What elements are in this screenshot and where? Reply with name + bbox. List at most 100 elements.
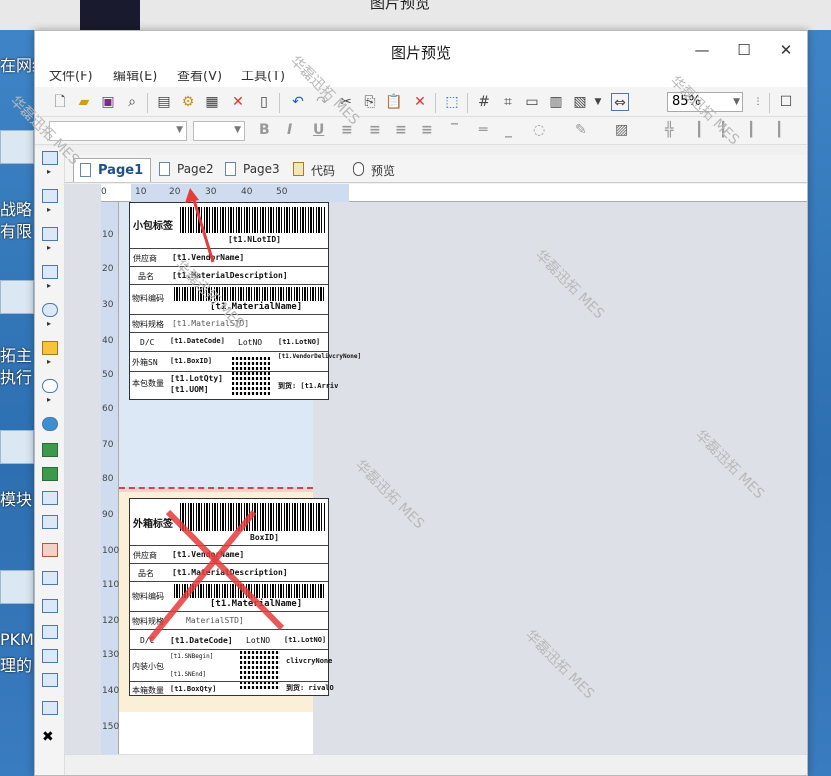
- valign-top-icon[interactable]: ‾: [451, 122, 458, 138]
- chevron-right-icon[interactable]: ▸: [47, 281, 51, 290]
- cut-icon[interactable]: ✂: [337, 93, 355, 111]
- desktop-label: 执行: [0, 368, 33, 387]
- pen-color-icon[interactable]: ✎: [575, 122, 587, 138]
- report-band-small-label[interactable]: 小包标签 [t1.NLotID] 供应商 [t1.VendorName] 品名 …: [119, 202, 361, 487]
- style-dropdown-icon[interactable]: ▼: [589, 93, 607, 111]
- valign-middle-icon[interactable]: ═: [479, 122, 487, 138]
- underline-icon[interactable]: U: [313, 122, 324, 138]
- align-right-icon[interactable]: ≡: [395, 122, 407, 138]
- map-tool-icon[interactable]: [42, 417, 58, 431]
- chevron-right-icon[interactable]: ▸: [47, 395, 51, 404]
- paste-icon[interactable]: 📋: [385, 93, 403, 111]
- zoom-select[interactable]: 85% ▼: [667, 92, 743, 112]
- cross-tab-tool-icon[interactable]: [42, 467, 58, 481]
- line-tool-icon[interactable]: [42, 599, 58, 613]
- gauge-tool-icon[interactable]: [42, 379, 58, 393]
- valign-bottom-icon[interactable]: _: [505, 122, 512, 138]
- rich-text-tool-icon[interactable]: [42, 491, 58, 505]
- font-name-select[interactable]: ▼: [49, 121, 187, 141]
- grid-icon[interactable]: #: [475, 93, 493, 111]
- tab-page2[interactable]: Page2: [153, 158, 220, 182]
- toolbar-overflow-icon[interactable]: ⋮: [749, 93, 767, 111]
- chevron-right-icon[interactable]: ▸: [47, 167, 51, 176]
- page-settings-icon[interactable]: ⚙: [179, 93, 197, 111]
- frame-line-icon[interactable]: ┃: [695, 122, 703, 138]
- chevron-right-icon[interactable]: ▸: [47, 357, 51, 366]
- undo-icon[interactable]: ↶: [289, 93, 307, 111]
- frame-line-icon[interactable]: ┃: [719, 122, 727, 138]
- minimize-button[interactable]: —: [687, 39, 717, 61]
- tab-preview[interactable]: 预览: [347, 158, 401, 182]
- barcode-tool-icon[interactable]: [42, 625, 58, 639]
- highlight-icon[interactable]: ▨: [615, 122, 628, 138]
- desktop-file-icon[interactable]: [0, 280, 34, 314]
- frame-line-icon[interactable]: ┃: [747, 122, 755, 138]
- band-tool-icon[interactable]: [42, 189, 58, 203]
- desktop-app-icon[interactable]: [0, 430, 34, 464]
- group-icon[interactable]: ▥: [547, 93, 565, 111]
- tab-page3[interactable]: Page3: [219, 158, 286, 182]
- chevron-right-icon[interactable]: ▸: [47, 243, 51, 252]
- select-all-icon[interactable]: ⬚: [443, 93, 461, 111]
- new-file-icon[interactable]: 🗋: [51, 93, 69, 111]
- save-icon[interactable]: ▣: [99, 93, 117, 111]
- chevron-right-icon[interactable]: ▸: [47, 319, 51, 328]
- tools-icon[interactable]: ✖: [42, 729, 58, 745]
- small-package-label[interactable]: 小包标签 [t1.NLotID] 供应商 [t1.VendorName] 品名 …: [129, 202, 361, 400]
- align-grid-icon[interactable]: ⌗: [499, 93, 517, 111]
- report-icon[interactable]: ▦: [203, 93, 221, 111]
- picture-tool-icon[interactable]: [42, 543, 58, 557]
- open-folder-icon[interactable]: ▰: [75, 93, 93, 111]
- menu-edit[interactable]: 编辑(E): [113, 71, 157, 84]
- checkbox-tool-icon[interactable]: [42, 649, 58, 663]
- subreport-tool-icon[interactable]: [42, 571, 58, 585]
- design-surface[interactable]: 0 10 20 30 40 50 10 20 30 40 50 60 70 80…: [65, 184, 807, 754]
- delete-page-icon[interactable]: ✕: [229, 93, 247, 111]
- menu-tools[interactable]: 工具(T): [241, 71, 285, 84]
- tab-code[interactable]: 代码: [287, 158, 341, 182]
- style-icon[interactable]: ▧: [571, 93, 589, 111]
- font-size-select[interactable]: ▼: [193, 121, 245, 141]
- delete-icon[interactable]: ✕: [411, 93, 429, 111]
- frame-lines-icon[interactable]: ╬: [665, 122, 673, 138]
- rotate-icon[interactable]: ◌: [533, 122, 545, 138]
- chart-tool-icon[interactable]: [42, 341, 58, 355]
- align-center-icon[interactable]: ≡: [369, 122, 381, 138]
- copy-icon[interactable]: ⎘: [361, 93, 379, 111]
- page-icon[interactable]: ▤: [155, 93, 173, 111]
- shape-tool-icon[interactable]: [42, 303, 58, 317]
- desktop-file-icon[interactable]: [0, 130, 34, 164]
- table-tool-icon[interactable]: [42, 265, 58, 279]
- align-left-icon[interactable]: ≡: [341, 122, 353, 138]
- menu-file[interactable]: 文件(F): [49, 71, 93, 84]
- report-page[interactable]: 小包标签 [t1.NLotID] 供应商 [t1.VendorName] 品名 …: [119, 202, 361, 754]
- ruler-tick: 100: [102, 546, 120, 556]
- memo-tool-icon[interactable]: [42, 515, 58, 529]
- chevron-right-icon[interactable]: ▸: [47, 205, 51, 214]
- outer-box-label[interactable]: 外箱标签 BoxID] 供应商 [t1.VendorName] 品名 [t1.M…: [129, 498, 334, 696]
- report-band-box-label[interactable]: 外箱标签 BoxID] 供应商 [t1.VendorName] 品名 [t1.M…: [119, 492, 334, 712]
- fit-page-icon[interactable]: ▭: [523, 93, 541, 111]
- window-titlebar[interactable]: 图片预览 — ☐ ✕: [35, 31, 807, 71]
- close-button[interactable]: ✕: [771, 39, 801, 61]
- select-tool-icon[interactable]: [42, 151, 58, 165]
- tab-page1[interactable]: Page1: [73, 158, 151, 182]
- bold-icon[interactable]: B: [259, 122, 270, 138]
- matrix-tool-icon[interactable]: [42, 443, 58, 457]
- redo-icon[interactable]: ↷: [313, 93, 331, 111]
- menu-view[interactable]: 查看(V): [177, 71, 222, 84]
- italic-icon[interactable]: I: [287, 122, 292, 138]
- image-tool-icon[interactable]: [42, 701, 58, 715]
- print-preview-icon[interactable]: ⌕: [123, 93, 141, 111]
- border-icon[interactable]: ☐: [777, 93, 795, 111]
- zoom-fit-icon[interactable]: ⇔: [611, 93, 629, 111]
- material-barcode: [174, 584, 324, 598]
- text-tool-icon[interactable]: [42, 227, 58, 241]
- justify-icon[interactable]: ≡: [421, 122, 433, 138]
- maximize-button[interactable]: ☐: [729, 39, 759, 61]
- field-key: 品名: [138, 272, 154, 281]
- desktop-file-icon[interactable]: [0, 570, 34, 604]
- zip-tool-icon[interactable]: [42, 673, 58, 687]
- frame-line-icon[interactable]: ┃: [775, 122, 783, 138]
- copy-page-icon[interactable]: ▯: [255, 93, 273, 111]
